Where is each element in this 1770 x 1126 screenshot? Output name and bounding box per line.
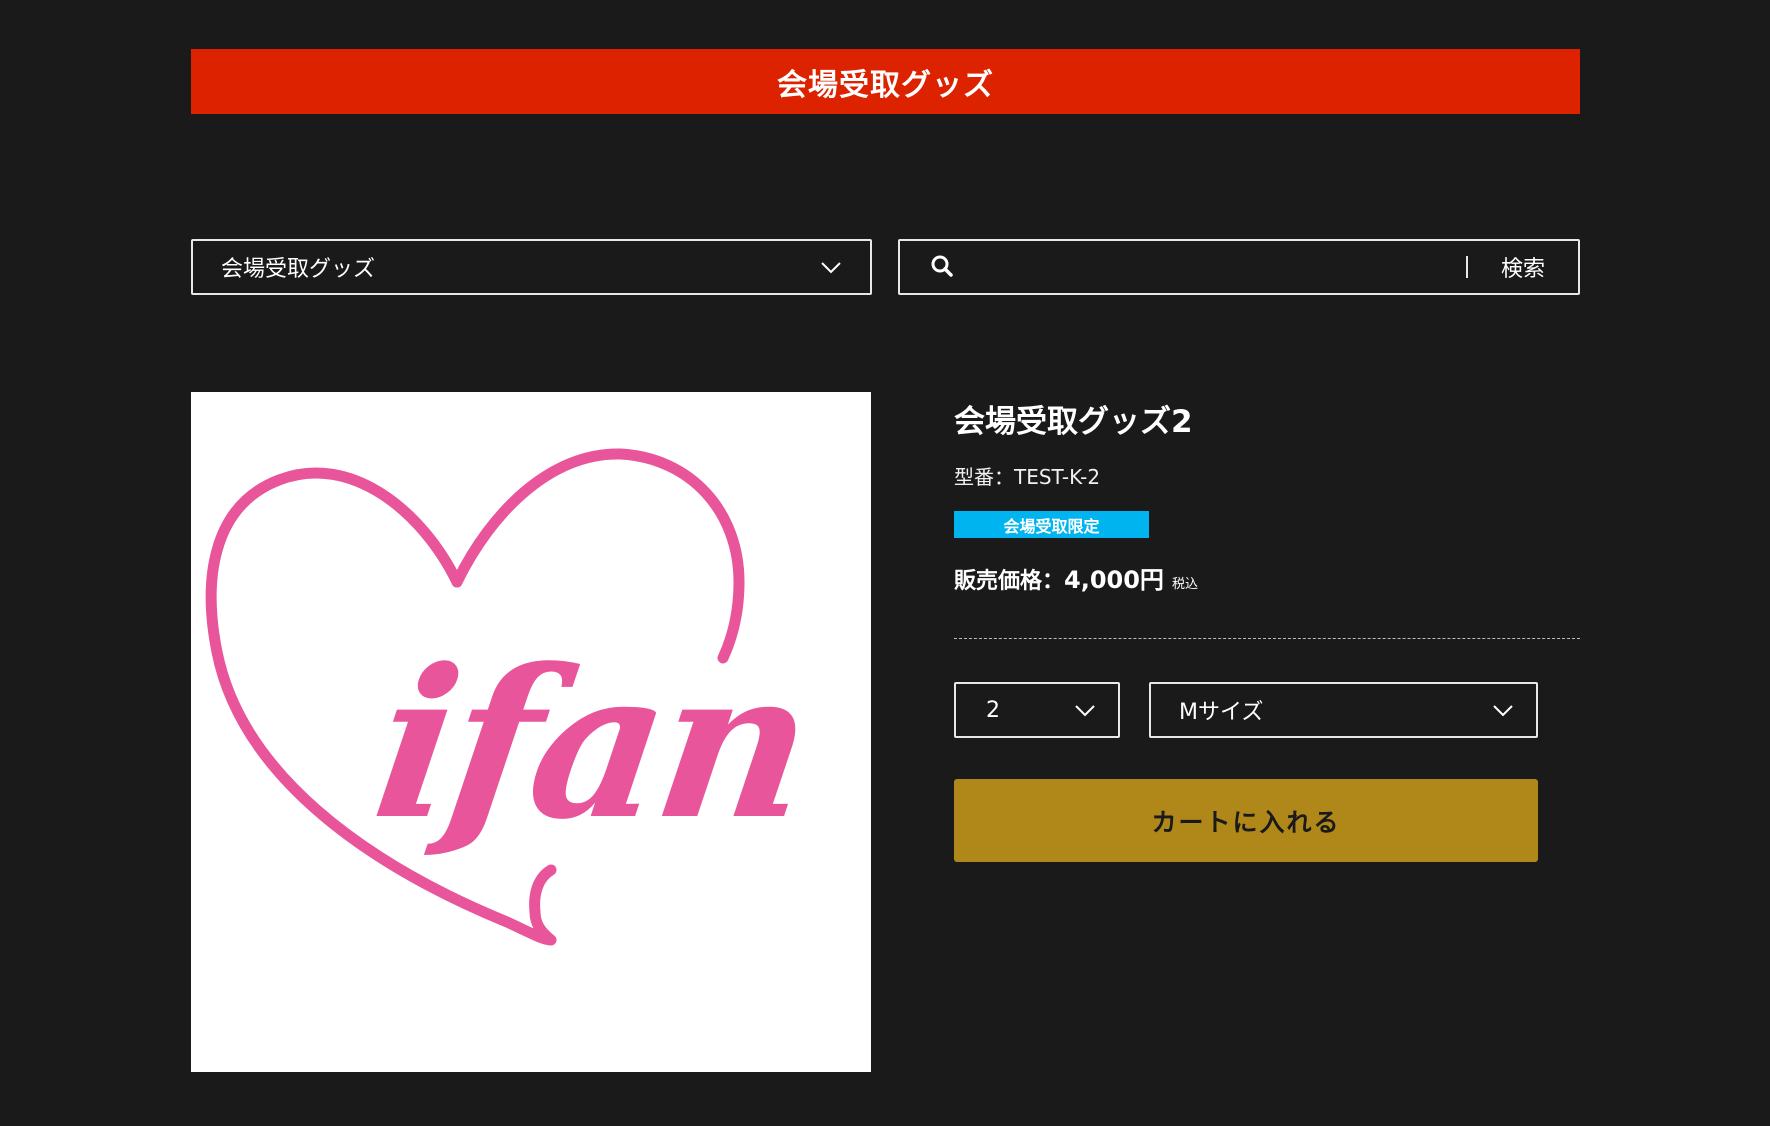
chevron-down-icon [821, 262, 841, 274]
chevron-down-icon [1493, 705, 1513, 717]
quantity-value: 2 [986, 697, 1000, 723]
price: 販売価格：4,000円 税込 [954, 560, 1198, 595]
ifan-heart-logo: ifan [205, 448, 821, 946]
size-value: Mサイズ [1179, 700, 1264, 725]
price-value: 4,000円 [1064, 566, 1164, 594]
status-badge: 会場受取限定 [954, 511, 1149, 538]
banner-title: 会場受取グッズ [777, 67, 994, 103]
search-button[interactable]: 検索 [1468, 251, 1578, 283]
add-to-cart-button[interactable]: カートに入れる [954, 779, 1538, 862]
size-select[interactable]: Mサイズ [1149, 682, 1538, 738]
tax-note: 税込 [1171, 577, 1198, 592]
product-image: ifan [191, 392, 871, 1072]
product-title: 会場受取グッズ2 [954, 404, 1193, 440]
category-select[interactable]: 会場受取グッズ [191, 239, 872, 295]
price-label: 販売価格： [954, 569, 1065, 594]
search-bar: 検索 [898, 239, 1580, 295]
model-number: 型番：TEST-K-2 [954, 465, 1101, 489]
category-select-value: 会場受取グッズ [221, 257, 376, 282]
chevron-down-icon [1075, 705, 1095, 717]
logo-text: ifan [363, 624, 821, 865]
page-banner: 会場受取グッズ [191, 49, 1580, 114]
search-input[interactable] [969, 240, 1466, 294]
quantity-select[interactable]: 2 [954, 682, 1120, 738]
divider [954, 638, 1580, 639]
search-icon[interactable] [929, 253, 957, 281]
